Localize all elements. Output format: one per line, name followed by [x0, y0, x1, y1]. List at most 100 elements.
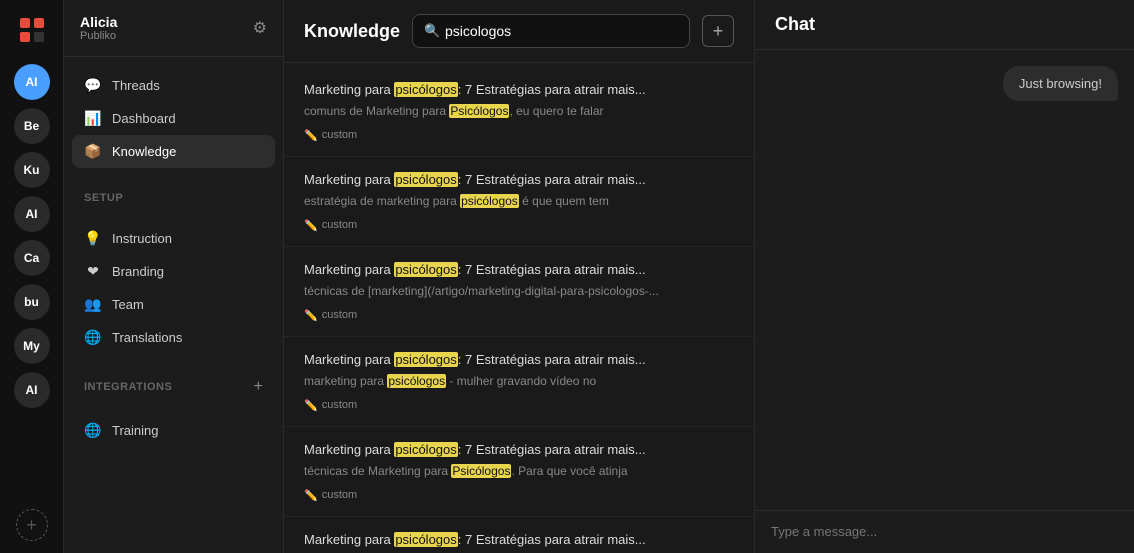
result-tag: ✏️ custom [304, 219, 357, 232]
translations-icon: 🌐 [84, 329, 102, 346]
result-tag: ✏️ custom [304, 489, 357, 502]
dashboard-icon: 📊 [84, 110, 102, 127]
highlight-title: psicólogos [394, 442, 457, 457]
user-workspace: Publiko [80, 30, 117, 42]
highlight-desc: psicólogos [387, 374, 446, 388]
add-workspace-button[interactable]: + [16, 509, 48, 541]
custom-icon: ✏️ [304, 399, 318, 412]
integrations-label: Integrations [84, 381, 172, 393]
avatar-my[interactable]: My [14, 328, 50, 364]
result-title: Marketing para psicólogos: 7 Estratégias… [304, 171, 734, 189]
instruction-label: Instruction [112, 231, 172, 246]
main-header: Knowledge 🔍 + [284, 0, 754, 63]
user-name: Alicia [80, 14, 117, 30]
setup-navigation: 💡 Instruction ❤ Branding 👥 Team 🌐 Transl… [64, 210, 283, 366]
result-title: Marketing para psicólogos: 7 Estratégias… [304, 261, 734, 279]
result-title: Marketing para psicólogos: 7 Estratégias… [304, 531, 734, 549]
app-logo[interactable] [14, 12, 50, 48]
result-item[interactable]: Marketing para psicólogos: 7 Estratégias… [284, 337, 754, 427]
avatar-bu[interactable]: bu [14, 284, 50, 320]
avatar-ca[interactable]: Ca [14, 240, 50, 276]
main-content: Knowledge 🔍 + Marketing para psicólogos:… [284, 0, 754, 553]
result-desc: estratégia de marketing para psicólogos … [304, 193, 734, 210]
chat-bubble: Just browsing! [1003, 66, 1118, 101]
tag-label: custom [322, 219, 357, 231]
avatar-ai-1[interactable]: AI [14, 64, 50, 100]
result-item[interactable]: Marketing para psicólogos: 7 Estratégias… [284, 67, 754, 157]
result-title: Marketing para psicólogos: 7 Estratégias… [304, 441, 734, 459]
result-item[interactable]: Marketing para psicólogos: 7 Estratégias… [284, 247, 754, 337]
nav-item-branding[interactable]: ❤ Branding [72, 255, 275, 288]
avatar-column: AI Be Ku AI Ca bu My AI + [0, 0, 64, 553]
chat-title: Chat [755, 0, 1134, 50]
highlight-desc: Psicólogos [449, 104, 509, 118]
result-tag: ✏️custom [304, 309, 357, 322]
team-label: Team [112, 297, 144, 312]
highlight-title: psicólogos [394, 352, 457, 367]
avatar-ai-2[interactable]: AI [14, 196, 50, 232]
chat-input[interactable] [771, 524, 1118, 539]
integrations-header: Integrations + [64, 366, 283, 402]
results-list: Marketing para psicólogos: 7 Estratégias… [284, 63, 754, 553]
search-icon: 🔍 [424, 23, 440, 39]
nav-item-training[interactable]: 🌐 Training [72, 414, 275, 447]
result-title: Marketing para psicólogos: 7 Estratégias… [304, 351, 734, 369]
settings-gear-icon[interactable]: ⚙ [253, 18, 267, 38]
result-desc: técnicas de [marketing](/artigo/marketin… [304, 283, 734, 300]
search-input[interactable] [412, 14, 690, 48]
result-title: Marketing para psicólogos: 7 Estratégias… [304, 81, 734, 99]
tag-label: custom [322, 399, 357, 411]
result-item[interactable]: Marketing para psicólogos: 7 Estratégias… [284, 157, 754, 247]
search-container: 🔍 [412, 14, 690, 48]
avatar-be[interactable]: Be [14, 108, 50, 144]
add-knowledge-button[interactable]: + [702, 15, 734, 47]
dashboard-label: Dashboard [112, 111, 176, 126]
training-icon: 🌐 [84, 422, 102, 439]
result-desc: marketing para psicólogos - mulher grava… [304, 373, 734, 390]
integrations-navigation: 🌐 Training [64, 402, 283, 459]
result-tag: ✏️ custom [304, 129, 357, 142]
result-desc: comuns de Marketing para Psicólogos, eu … [304, 103, 734, 120]
chat-input-area [755, 510, 1134, 553]
sidebar: Alicia Publiko ⚙ 💬 Threads 📊 Dashboard 📦… [64, 0, 284, 553]
chat-panel: Chat Just browsing! [754, 0, 1134, 553]
custom-icon: ✏️ [304, 489, 318, 502]
highlight-title: psicólogos [394, 262, 457, 277]
avatar-ku[interactable]: Ku [14, 152, 50, 188]
branding-label: Branding [112, 264, 164, 279]
sidebar-user-section: Alicia Publiko ⚙ [64, 0, 283, 57]
result-item[interactable]: Marketing para psicólogos: 7 Estratégias… [284, 427, 754, 517]
nav-item-translations[interactable]: 🌐 Translations [72, 321, 275, 354]
nav-item-knowledge[interactable]: 📦 Knowledge [72, 135, 275, 168]
setup-section-label: Setup [64, 180, 283, 210]
knowledge-label: Knowledge [112, 144, 176, 159]
chat-body: Just browsing! [755, 50, 1134, 510]
nav-item-instruction[interactable]: 💡 Instruction [72, 222, 275, 255]
highlight-title: psicólogos [394, 532, 457, 547]
threads-icon: 💬 [84, 77, 102, 94]
user-info: Alicia Publiko [80, 14, 117, 42]
translations-label: Translations [112, 330, 182, 345]
highlight-title: psicólogos [394, 172, 457, 187]
knowledge-icon: 📦 [84, 143, 102, 160]
custom-icon: ✏️ [304, 219, 318, 232]
highlight-desc: Psicólogos [451, 464, 511, 478]
training-label: Training [112, 423, 158, 438]
tag-label: custom [322, 489, 357, 501]
tag-label: custom [322, 129, 357, 141]
page-title: Knowledge [304, 21, 400, 42]
result-item[interactable]: Marketing para psicólogos: 7 Estratégias… [284, 517, 754, 553]
branding-icon: ❤ [84, 263, 102, 280]
nav-item-threads[interactable]: 💬 Threads [72, 69, 275, 102]
nav-item-team[interactable]: 👥 Team [72, 288, 275, 321]
team-icon: 👥 [84, 296, 102, 313]
custom-icon: ✏️ [304, 129, 318, 142]
add-integration-button[interactable]: + [254, 378, 263, 396]
nav-item-dashboard[interactable]: 📊 Dashboard [72, 102, 275, 135]
instruction-icon: 💡 [84, 230, 102, 247]
highlight-title: psicólogos [394, 82, 457, 97]
custom-icon: ✏️ [304, 309, 318, 322]
avatar-ai-3[interactable]: AI [14, 372, 50, 408]
threads-label: Threads [112, 78, 160, 93]
sidebar-navigation: 💬 Threads 📊 Dashboard 📦 Knowledge [64, 57, 283, 180]
